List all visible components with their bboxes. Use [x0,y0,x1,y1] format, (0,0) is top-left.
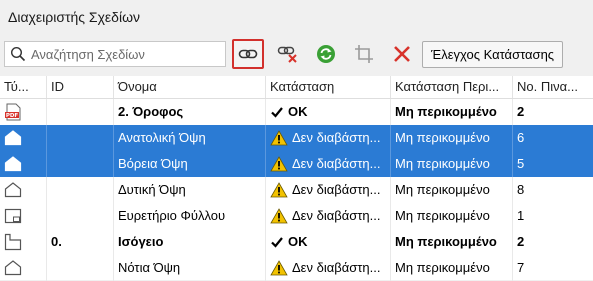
elevation-icon [4,259,22,277]
cell-status: Δεν διαβάστη... [266,255,391,281]
cell-type [0,203,47,229]
cell-type [0,255,47,281]
status-text: Δεν διαβάστη... [292,156,381,171]
delete-button[interactable] [388,41,416,67]
unlink-button[interactable] [274,41,302,67]
refresh-button[interactable] [312,41,340,67]
link-button[interactable] [232,39,264,69]
cell-status: Δεν διαβάστη... [266,125,391,151]
pdf-icon: PDF [4,103,22,121]
table-row[interactable]: Νότια Όψη Δεν διαβάστη... Μη περικομμένο 7 [0,255,593,281]
table-row[interactable]: Ευρετήριο Φύλλου Δεν διαβάστη... Μη περικο… [0,203,593,229]
status-text: OK [288,104,308,119]
cell-clip-status: Μη περικομμένο [391,203,513,229]
warning-icon [270,182,288,198]
cell-clip-status: Μη περικομμένο [391,151,513,177]
warning-icon [270,130,288,146]
elevation-icon [4,155,22,173]
toolbar: Έλεγχος Κατάστασης [0,38,593,70]
crop-button[interactable] [350,41,378,67]
cell-id [47,177,114,203]
search-box[interactable] [4,41,226,67]
table-row[interactable]: PDF 2. Όροφος OK Μη περικομμένο 2 [0,99,593,125]
cell-status: Δεν διαβάστη... [266,151,391,177]
cell-id [47,125,114,151]
column-header-type[interactable]: Τύ... [0,76,47,98]
unlink-icon [277,46,297,63]
cell-clip-status: Μη περικομμένο [391,125,513,151]
elevation-icon [4,129,22,147]
column-header-status[interactable]: Κατάσταση [266,76,391,98]
cell-type [0,151,47,177]
cell-sheet-number: 1 [517,208,525,223]
drawings-table: Τύ... ID Όνομα Κατάσταση Κατάσταση Περι.… [0,76,593,281]
cell-status: OK [266,99,391,125]
title-bar: Διαχειριστής Σχεδίων [0,0,593,34]
table-row[interactable]: Βόρεια Όψη Δεν διαβάστη... Μη περικομμένο 5 [0,151,593,177]
cell-sheet-number: 5 [517,156,525,171]
column-header-id[interactable]: ID [47,76,114,98]
column-header-name[interactable]: Όνομα [114,76,266,98]
cell-sheet-number: 2 [517,104,525,119]
elevation-icon [4,181,22,199]
cell-status: Δεν διαβάστη... [266,177,391,203]
cell-name: Βόρεια Όψη [114,151,266,177]
cell-name: 2. Όροφος [114,99,266,125]
cell-type: PDF [0,99,47,125]
crop-icon [355,45,373,63]
warning-icon [270,260,288,276]
svg-text:PDF: PDF [6,113,19,119]
cell-sheet-number: 6 [517,130,525,145]
cell-clip-status: Μη περικομμένο [391,177,513,203]
table-row[interactable]: Ανατολική Όψη Δεν διαβάστη... Μη περικομμέ… [0,125,593,151]
search-icon [10,46,26,62]
column-header-clip-status[interactable]: Κατάσταση Περι... [391,76,513,98]
column-header-sheet-number[interactable]: Νο. Πινα... [513,76,593,98]
index-sheet-icon [4,207,22,225]
cell-sheet-number: 2 [517,234,525,249]
cell-id [47,255,114,281]
status-text: Δεν διαβάστη... [292,182,381,197]
refresh-icon [317,45,335,63]
cell-clip-status: Μη περικομμένο [391,99,513,125]
cell-sheet-number: 7 [517,260,525,275]
cell-type [0,125,47,151]
cell-status: OK [266,229,391,255]
cell-type [0,229,47,255]
status-text: OK [288,234,308,249]
warning-icon [270,156,288,172]
status-text: Δεν διαβάστη... [292,260,381,275]
cell-clip-status: Μη περικομμένο [391,255,513,281]
floor-plan-icon [4,233,22,251]
checkmark-icon [271,237,283,248]
table-row[interactable]: 0. Ισόγειο OK Μη περικομμένο 2 [0,229,593,255]
cell-name: Ανατολική Όψη [114,125,266,151]
cell-id [47,99,114,125]
cell-id [47,151,114,177]
cell-id [47,203,114,229]
cell-name: Ευρετήριο Φύλλου [114,203,266,229]
window-title: Διαχειριστής Σχεδίων [8,9,141,25]
status-text: Δεν διαβάστη... [292,208,381,223]
link-icon [238,49,258,59]
cell-status: Δεν διαβάστη... [266,203,391,229]
cell-name: Ισόγειο [114,229,266,255]
table-row[interactable]: Δυτική Όψη Δεν διαβάστη... Μη περικομμένο 8 [0,177,593,203]
checkmark-icon [271,107,283,118]
cell-name: Νότια Όψη [114,255,266,281]
status-text: Δεν διαβάστη... [292,130,381,145]
cell-name: Δυτική Όψη [114,177,266,203]
delete-x-icon [394,46,410,62]
cell-sheet-number: 8 [517,182,525,197]
cell-type [0,177,47,203]
cell-clip-status: Μη περικομμένο [391,229,513,255]
table-header: Τύ... ID Όνομα Κατάσταση Κατάσταση Περι.… [0,76,593,99]
warning-icon [270,208,288,224]
check-status-button[interactable]: Έλεγχος Κατάστασης [422,41,564,68]
search-input[interactable] [31,45,221,63]
cell-id: 0. [47,229,114,255]
